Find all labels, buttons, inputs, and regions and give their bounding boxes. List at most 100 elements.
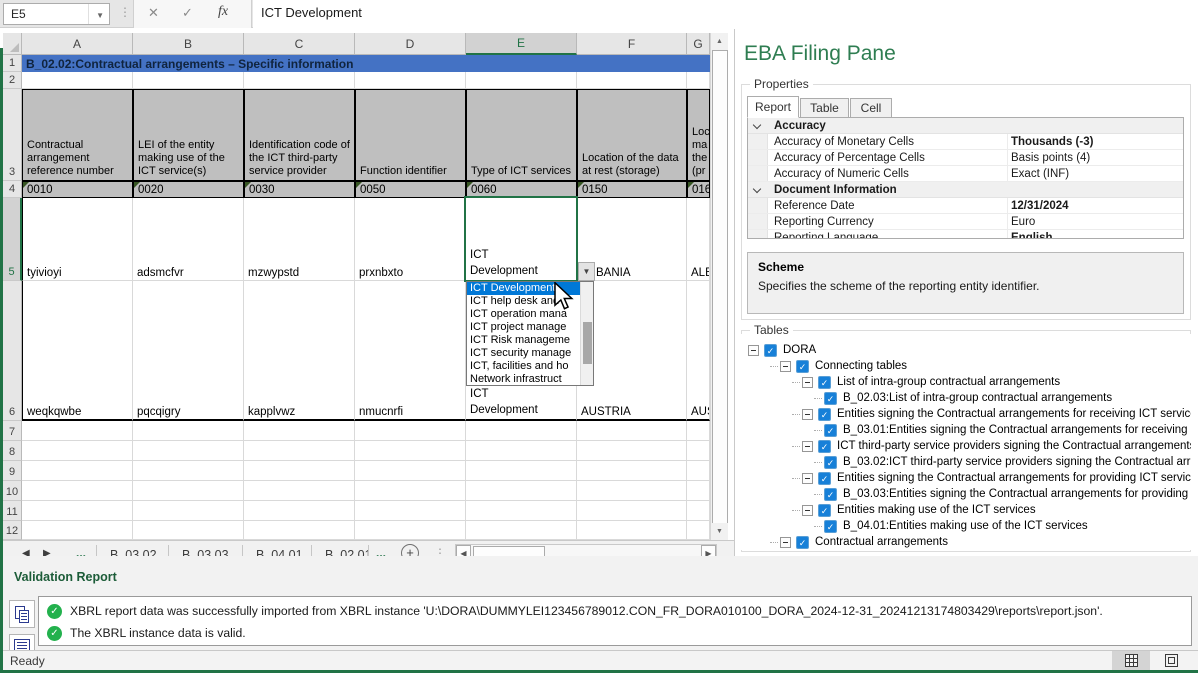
- tree-collapse-icon[interactable]: [780, 361, 791, 372]
- dropdown-item[interactable]: Network infrastruct: [467, 373, 581, 386]
- cell-A12[interactable]: [22, 521, 133, 540]
- property-value[interactable]: Euro: [1011, 216, 1035, 228]
- property-value[interactable]: Thousands (-3): [1011, 136, 1093, 148]
- cell-G2[interactable]: [687, 72, 710, 89]
- cell-E8[interactable]: [466, 441, 577, 461]
- vertical-scrollbar-thumb[interactable]: [712, 50, 728, 539]
- tree-item[interactable]: ✓Entities signing the Contractual arrang…: [792, 406, 1191, 422]
- code-cell-D4[interactable]: 0050: [355, 181, 466, 198]
- table-title-cell[interactable]: B_02.02:Contractual arrangements – Speci…: [22, 55, 710, 72]
- tree-item[interactable]: ✓B_03.03:Entities signing the Contractua…: [814, 486, 1191, 502]
- cell-E10[interactable]: [466, 481, 577, 501]
- property-value[interactable]: English: [1011, 232, 1053, 239]
- row-header-5[interactable]: 5: [3, 198, 22, 281]
- tree-checkbox-checked[interactable]: ✓: [824, 392, 837, 405]
- cell-C2[interactable]: [244, 72, 355, 89]
- code-cell-A4[interactable]: 0010: [22, 181, 133, 198]
- cell-F2[interactable]: [577, 72, 687, 89]
- column-header-A[interactable]: A: [22, 33, 133, 55]
- cell-A10[interactable]: [22, 481, 133, 501]
- tree-item-label[interactable]: B_04.01:Entities making use of the ICT s…: [843, 520, 1088, 532]
- data-cell-G5[interactable]: ALB: [687, 198, 710, 281]
- cell-D12[interactable]: [355, 521, 466, 540]
- dropdown-item[interactable]: ICT project manage: [467, 321, 581, 334]
- tree-collapse-icon[interactable]: [802, 473, 813, 484]
- tree-item-label[interactable]: List of intra-group contractual arrangem…: [837, 376, 1060, 388]
- code-cell-F4[interactable]: 0150: [577, 181, 687, 198]
- cell-G7[interactable]: [687, 421, 710, 441]
- row-header-8[interactable]: 8: [3, 441, 22, 461]
- dropdown-item[interactable]: ICT, facilities and ho: [467, 360, 581, 373]
- data-cell-D6[interactable]: nmucnrfi: [355, 281, 466, 421]
- cell-F7[interactable]: [577, 421, 687, 441]
- dropdown-item[interactable]: ICT security manage: [467, 347, 581, 360]
- tree-item[interactable]: ✓ B_03.01:Entities signing the Contractua…: [814, 422, 1191, 438]
- header-cell-B3[interactable]: LEI of the entity making use of the ICT …: [133, 89, 244, 181]
- dropdown-scrollbar-thumb[interactable]: [583, 322, 592, 364]
- row-header-2[interactable]: 2: [3, 72, 22, 89]
- cell-D8[interactable]: [355, 441, 466, 461]
- cell-G11[interactable]: [687, 501, 710, 521]
- collapse-chevron-icon[interactable]: [753, 185, 761, 193]
- row-header-6[interactable]: 6: [3, 281, 22, 421]
- column-header-D[interactable]: D: [355, 33, 466, 55]
- cell-E11[interactable]: [466, 501, 577, 521]
- tree-checkbox-checked[interactable]: ✓: [824, 424, 837, 437]
- tree-item-label[interactable]: B_03.01:Entities signing the Contractual…: [843, 424, 1191, 436]
- insert-function-icon[interactable]: fx: [218, 4, 228, 20]
- tree-item-label[interactable]: ICT third-party service providers signin…: [837, 440, 1191, 452]
- cell-G12[interactable]: [687, 521, 710, 540]
- tree-item-label[interactable]: Entities signing the Contractual arrange…: [837, 408, 1191, 420]
- tree-item-label[interactable]: Entities making use of the ICT services: [837, 504, 1036, 516]
- row-header-11[interactable]: 11: [3, 501, 22, 521]
- column-header-C[interactable]: C: [244, 33, 355, 55]
- tree-item-label[interactable]: B_02.03:List of intra-group contractual …: [843, 392, 1112, 404]
- tree-item[interactable]: ✓ B_03.02:ICT third-party service provide…: [814, 454, 1191, 470]
- cell-F10[interactable]: [577, 481, 687, 501]
- tree-item[interactable]: ✓Contractual arrangements: [770, 534, 948, 550]
- cell-C11[interactable]: [244, 501, 355, 521]
- header-cell-E3[interactable]: Type of ICT services: [466, 89, 577, 181]
- tree-item-label[interactable]: Connecting tables: [815, 360, 907, 372]
- code-cell-C4[interactable]: 0030: [244, 181, 355, 198]
- name-box-dropdown-icon[interactable]: ▼: [96, 11, 104, 20]
- in-cell-dropdown-button[interactable]: ▼: [578, 262, 595, 281]
- select-all-corner[interactable]: [3, 33, 22, 55]
- scroll-up-icon[interactable]: ▲: [711, 33, 728, 50]
- cell-G10[interactable]: [687, 481, 710, 501]
- cell-A7[interactable]: [22, 421, 133, 441]
- cell-A9[interactable]: [22, 461, 133, 481]
- column-header-B[interactable]: B: [133, 33, 244, 55]
- cell-E7[interactable]: [466, 421, 577, 441]
- formula-input[interactable]: ICT Development: [253, 0, 1198, 28]
- cell-B2[interactable]: [133, 72, 244, 89]
- property-section-document-information[interactable]: Document Information: [748, 182, 1184, 198]
- tree-item[interactable]: ✓Connecting tables: [770, 358, 907, 374]
- data-cell-E5[interactable]: ICT Development: [466, 198, 577, 281]
- tree-item-label[interactable]: Contractual arrangements: [815, 536, 948, 548]
- data-cell-A6[interactable]: weqkqwbe: [22, 281, 133, 421]
- cell-F8[interactable]: [577, 441, 687, 461]
- tree-item[interactable]: ✓List of intra-group contractual arrange…: [792, 374, 1060, 390]
- tree-collapse-icon[interactable]: [802, 409, 813, 420]
- column-header-E[interactable]: E: [466, 33, 577, 55]
- tree-item-label[interactable]: B_03.03:Entities signing the Contractual…: [843, 488, 1191, 500]
- tree-item[interactable]: ✓ICT third-party service providers signi…: [792, 438, 1191, 454]
- row-header-4[interactable]: 4: [3, 181, 22, 198]
- tree-checkbox-checked[interactable]: ✓: [824, 456, 837, 469]
- property-value[interactable]: Exact (INF): [1011, 168, 1069, 180]
- cell-B8[interactable]: [133, 441, 244, 461]
- column-header-G[interactable]: G: [687, 33, 710, 55]
- cell-A11[interactable]: [22, 501, 133, 521]
- data-cell-B6[interactable]: pqcqigry: [133, 281, 244, 421]
- cell-D2[interactable]: [355, 72, 466, 89]
- code-cell-E4[interactable]: 0060: [466, 181, 577, 198]
- properties-tab-table[interactable]: Table: [800, 98, 849, 117]
- data-cell-B5[interactable]: adsmcfvr: [133, 198, 244, 281]
- cell-C12[interactable]: [244, 521, 355, 540]
- column-header-F[interactable]: F: [577, 33, 687, 55]
- cell-D7[interactable]: [355, 421, 466, 441]
- cell-E9[interactable]: [466, 461, 577, 481]
- row-header-1[interactable]: 1: [3, 55, 22, 72]
- tree-item-label[interactable]: B_03.02:ICT third-party service provider…: [843, 456, 1191, 468]
